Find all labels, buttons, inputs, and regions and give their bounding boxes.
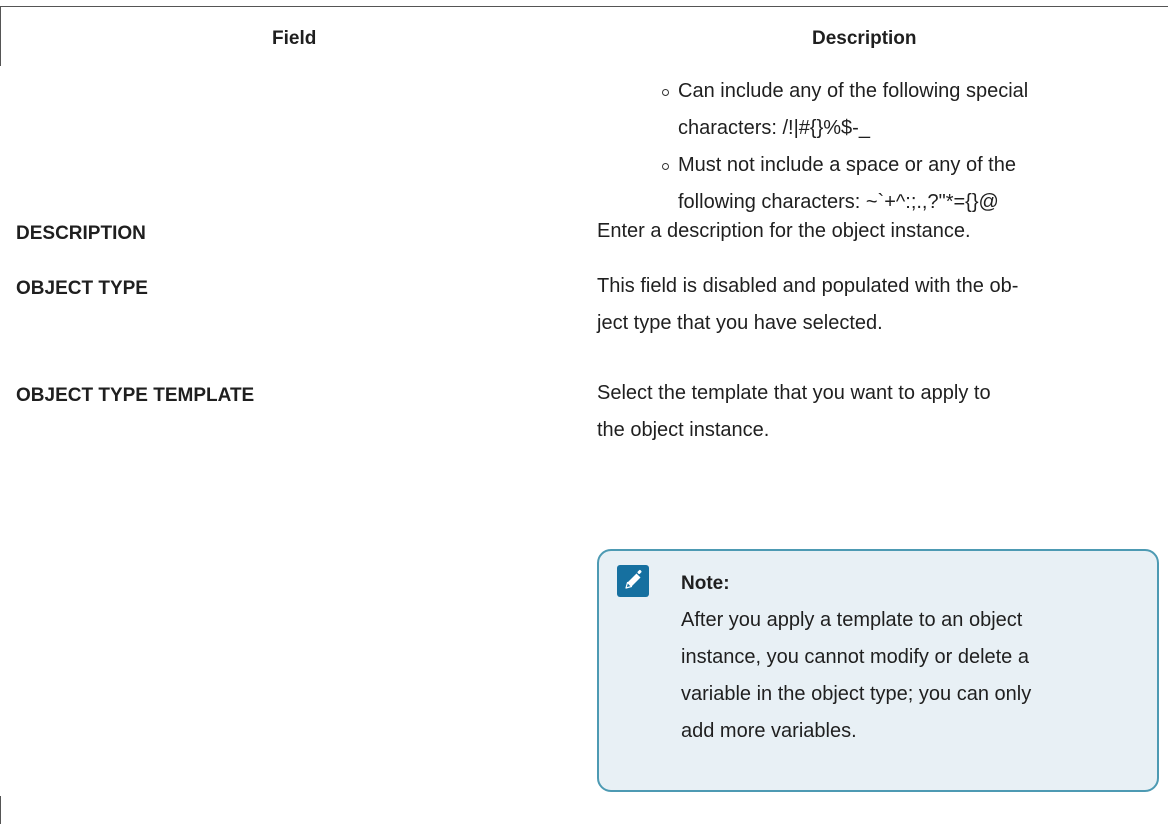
bullet-line: Can include any of the following special [678, 80, 1029, 102]
note-title: Note: [681, 573, 730, 594]
continued-bullet-list: Can include any of the following special… [660, 73, 1160, 221]
description-line: Enter a description for the object insta… [597, 220, 971, 242]
bullet-line: characters: /!|#{}%$-_ [678, 117, 870, 139]
note-callout: Note: After you apply a template to an o… [597, 549, 1159, 792]
table-top-border [0, 6, 1168, 7]
list-item: Must not include a space or any of the f… [660, 147, 1160, 221]
description-line: ject type that you have selected. [597, 312, 883, 334]
note-line: instance, you cannot modify or delete a [681, 646, 1029, 668]
bullet-circle-icon [662, 89, 669, 96]
field-name-object-type: OBJECT TYPE [16, 278, 148, 299]
pencil-icon [617, 565, 649, 597]
description-line: This field is disabled and populated wit… [597, 275, 1019, 297]
note-body: After you apply a template to an object … [681, 602, 1141, 750]
description-line: the object instance. [597, 419, 770, 441]
column-header-field: Field [272, 28, 317, 49]
bullet-circle-icon [662, 163, 669, 170]
field-description-text: Enter a description for the object insta… [597, 213, 1157, 250]
description-line: Select the template that you want to app… [597, 382, 991, 404]
field-name-description: DESCRIPTION [16, 223, 146, 244]
field-description-text: Select the template that you want to app… [597, 375, 1157, 449]
table-left-border [0, 6, 1, 66]
note-line: add more variables. [681, 720, 857, 742]
field-description-text: This field is disabled and populated wit… [597, 268, 1157, 342]
column-header-description: Description [812, 28, 917, 49]
list-item: Can include any of the following special… [660, 73, 1160, 147]
note-line: After you apply a template to an object [681, 609, 1023, 631]
bullet-line: following characters: ~`+^:;.,?"*={}@ [678, 191, 999, 213]
note-line: variable in the object type; you can onl… [681, 683, 1032, 705]
bullet-line: Must not include a space or any of the [678, 154, 1016, 176]
field-name-object-type-template: OBJECT TYPE TEMPLATE [16, 385, 255, 406]
table-left-border [0, 796, 1, 824]
